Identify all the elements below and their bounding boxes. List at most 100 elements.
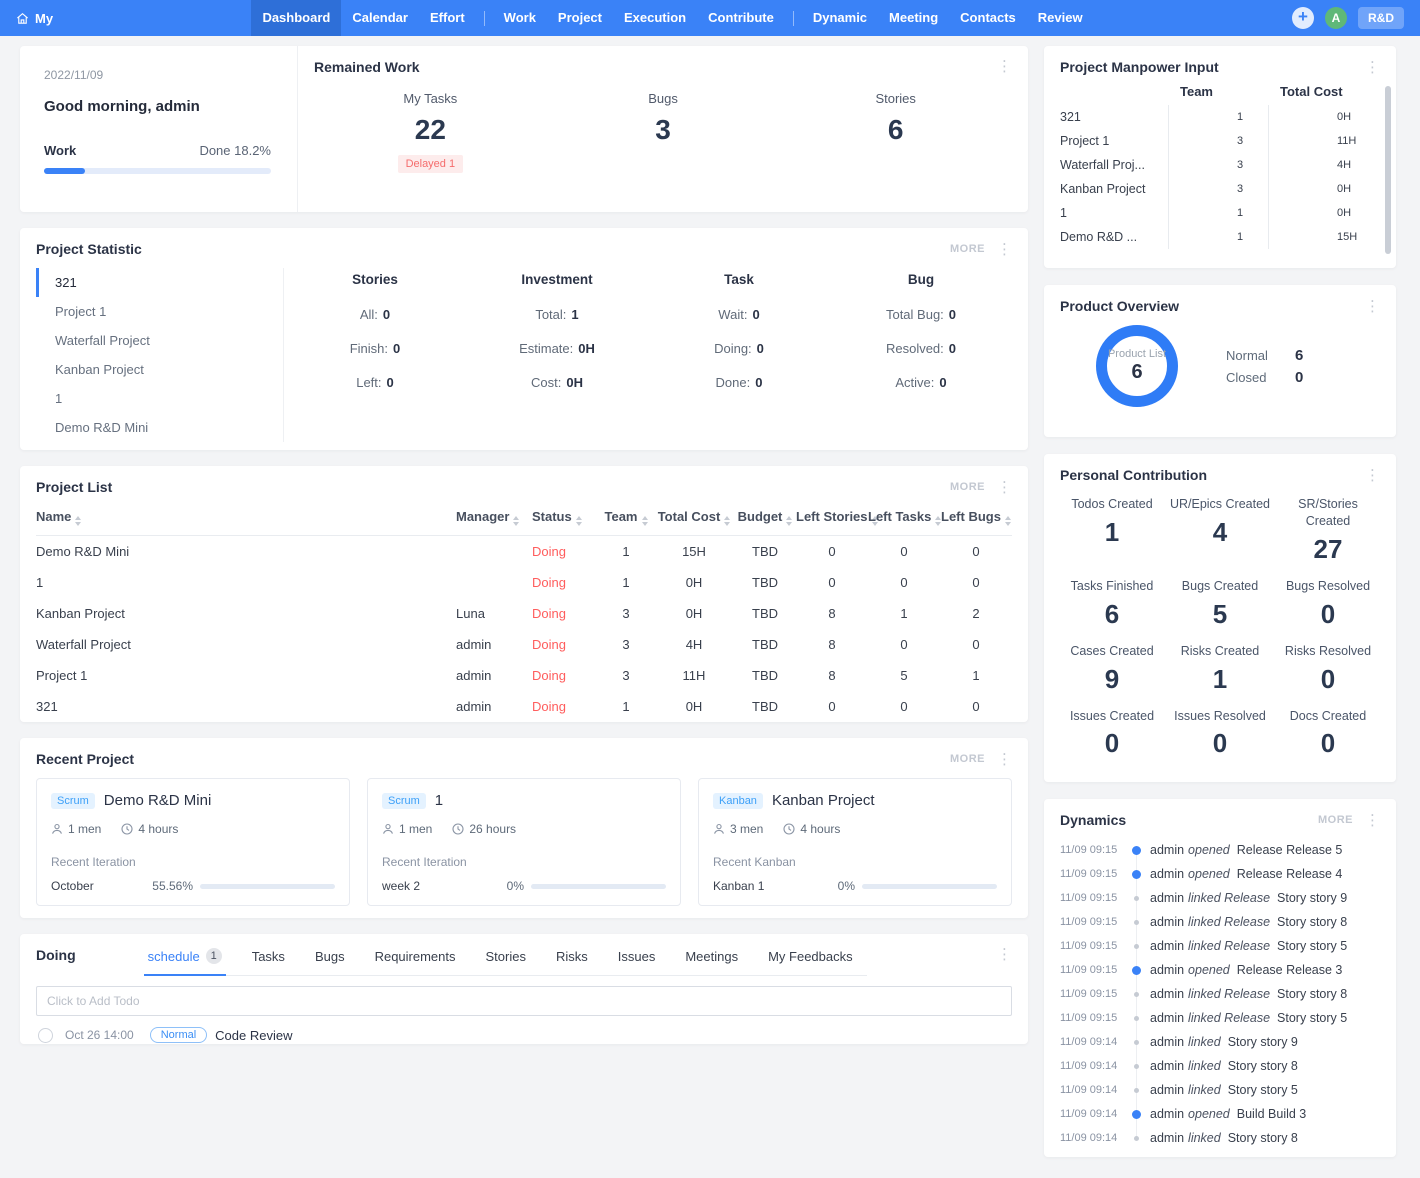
event-object-link[interactable]: Release Release 5: [1237, 843, 1343, 857]
tab[interactable]: Meetings: [685, 948, 738, 975]
cell-name[interactable]: 1: [36, 567, 456, 598]
project-card[interactable]: Scrum 1 1 men 26 hours Recent Iteration …: [367, 778, 681, 906]
project-name[interactable]: Demo R&D Mini: [104, 792, 212, 809]
nav-item[interactable]: Work: [493, 0, 547, 36]
kebab-menu-icon[interactable]: [997, 242, 1012, 257]
event-object-link[interactable]: Release Release 4: [1237, 867, 1343, 881]
event-object-link[interactable]: Build Build 3: [1237, 1107, 1307, 1121]
cell-name[interactable]: 321: [36, 691, 456, 722]
kebab-menu-icon[interactable]: [997, 752, 1012, 767]
scrollbar[interactable]: [1385, 86, 1391, 254]
avatar[interactable]: A: [1325, 7, 1347, 29]
project-card[interactable]: Scrum Demo R&D Mini 1 men 4 hours Recent…: [36, 778, 350, 906]
column-header[interactable]: Left Stories: [796, 504, 868, 536]
kebab-menu-icon[interactable]: [997, 59, 1012, 74]
tab[interactable]: Tasks: [252, 948, 285, 975]
add-button[interactable]: +: [1292, 7, 1314, 29]
more-button[interactable]: MORE: [1318, 814, 1353, 826]
kebab-menu-icon[interactable]: [1365, 813, 1380, 828]
more-button[interactable]: MORE: [950, 243, 985, 255]
column-header[interactable]: Total Cost: [654, 504, 734, 536]
tab[interactable]: Stories: [486, 948, 526, 975]
recent-label: Recent Kanban: [713, 855, 997, 869]
event-object-link[interactable]: Story story 5: [1277, 1011, 1347, 1025]
workspace-switcher[interactable]: R&D: [1358, 7, 1404, 29]
event-object-link[interactable]: Story story 8: [1228, 1059, 1298, 1073]
event-object-link[interactable]: Release Release 3: [1237, 963, 1343, 977]
event-object-link[interactable]: Story story 8: [1228, 1131, 1298, 1145]
tab[interactable]: Issues: [618, 948, 656, 975]
table-row[interactable]: Project 1 admin Doing 3 11H TBD 8 5 1: [36, 660, 1012, 691]
event-object-link[interactable]: Story story 5: [1277, 939, 1347, 953]
column-header[interactable]: Name: [36, 504, 456, 536]
nav-item[interactable]: [793, 11, 794, 26]
nav-item[interactable]: Contribute: [697, 0, 785, 36]
project-card[interactable]: Kanban Kanban Project 3 men 4 hours Rece…: [698, 778, 1012, 906]
cell-manager: admin: [456, 629, 532, 660]
project-name[interactable]: Kanban Project: [772, 792, 875, 809]
event-time: 11/09 09:15: [1060, 988, 1122, 1000]
table-row[interactable]: 321 admin Doing 1 0H TBD 0 0 0: [36, 691, 1012, 722]
statistic-project-item[interactable]: 321: [36, 268, 283, 297]
nav-item[interactable]: Dashboard: [251, 0, 341, 36]
statistic-project-item[interactable]: 1: [36, 384, 283, 413]
tab[interactable]: Requirements: [375, 948, 456, 975]
top-nav: My DashboardCalendarEffort WorkProjectExe…: [0, 0, 1420, 36]
tab[interactable]: Risks: [556, 948, 588, 975]
cell-name[interactable]: Kanban Project: [36, 598, 456, 629]
cell-name[interactable]: Project 1: [36, 660, 456, 691]
column-header[interactable]: Left Tasks: [868, 504, 940, 536]
cell-name[interactable]: Waterfall Project: [36, 629, 456, 660]
kebab-menu-icon[interactable]: [997, 480, 1012, 495]
statistic-project-item[interactable]: Project 1: [36, 297, 283, 326]
cell-name[interactable]: Demo R&D Mini: [36, 536, 456, 568]
event-object-link[interactable]: Story story 9: [1228, 1035, 1298, 1049]
kebab-menu-icon[interactable]: [997, 947, 1012, 962]
table-row[interactable]: 1 Doing 1 0H TBD 0 0 0: [36, 567, 1012, 598]
project-name[interactable]: 1: [435, 792, 443, 809]
statistic-project-item[interactable]: Kanban Project: [36, 355, 283, 384]
person-icon: [51, 823, 63, 835]
add-todo-input[interactable]: [36, 986, 1012, 1016]
table-row[interactable]: Demo R&D Mini Doing 1 15H TBD 0 0 0: [36, 536, 1012, 568]
kebab-menu-icon[interactable]: [1365, 299, 1380, 314]
statistic-project-item[interactable]: Demo R&D Mini: [36, 413, 283, 442]
column-header[interactable]: Left Bugs: [940, 504, 1012, 536]
more-button[interactable]: MORE: [950, 481, 985, 493]
nav-item[interactable]: Project: [547, 0, 613, 36]
more-button[interactable]: MORE: [950, 753, 985, 765]
nav-item[interactable]: Effort: [419, 0, 476, 36]
kebab-menu-icon[interactable]: [1365, 60, 1380, 75]
kebab-menu-icon[interactable]: [1365, 468, 1380, 483]
event-object-link[interactable]: Story story 5: [1228, 1083, 1298, 1097]
table-row[interactable]: Kanban Project Luna Doing 3 0H TBD 8 1 2: [36, 598, 1012, 629]
product-donut-chart: Product List 6: [1096, 325, 1178, 407]
nav-item[interactable]: Review: [1027, 0, 1094, 36]
nav-item[interactable]: Meeting: [878, 0, 949, 36]
nav-item[interactable]: Calendar: [341, 0, 419, 36]
event-object-link[interactable]: Story story 8: [1277, 915, 1347, 929]
table-row[interactable]: Waterfall Project admin Doing 3 4H TBD 8…: [36, 629, 1012, 660]
home-button[interactable]: My: [16, 11, 53, 26]
contribution-label: Risks Resolved: [1274, 643, 1382, 660]
column-header[interactable]: Team: [598, 504, 654, 536]
todo-text[interactable]: Code Review: [215, 1028, 292, 1043]
column-header[interactable]: Manager: [456, 504, 532, 536]
team-value: 3: [1237, 159, 1243, 171]
event-object-link[interactable]: Story story 8: [1277, 987, 1347, 1001]
event-object-link[interactable]: Story story 9: [1277, 891, 1347, 905]
column-header[interactable]: Budget: [734, 504, 796, 536]
nav-item[interactable]: [484, 11, 485, 26]
tab[interactable]: My Feedbacks: [768, 948, 853, 975]
todo-checkbox[interactable]: [38, 1028, 53, 1043]
tab[interactable]: schedule 1: [148, 948, 222, 975]
nav-item[interactable]: Contacts: [949, 0, 1027, 36]
event-user: admin: [1150, 915, 1184, 929]
nav-item[interactable]: Dynamic: [802, 0, 878, 36]
nav-item[interactable]: Execution: [613, 0, 697, 36]
tab[interactable]: Bugs: [315, 948, 345, 975]
event-action: linked: [1188, 1035, 1221, 1049]
column-header[interactable]: Status: [532, 504, 598, 536]
statistic-project-item[interactable]: Waterfall Project: [36, 326, 283, 355]
stat-row-label: Finish: [350, 341, 393, 356]
